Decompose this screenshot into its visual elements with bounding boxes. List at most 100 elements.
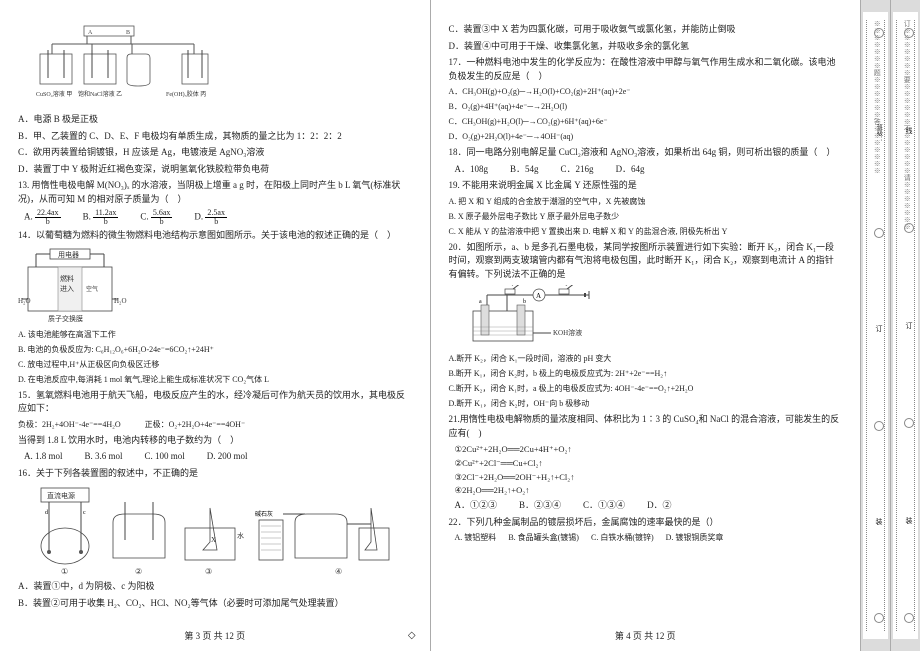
circle-icon [904,418,914,428]
figure-electrolysis-ammeter: K₁ A K₂ ab KOH溶液 [459,285,843,349]
q14-b: B. 电池的负极反应为: C₆H₁₂O₆+6H₂O-24e⁻=6CO₂↑+24H… [18,344,412,356]
fig1-label-right: Fe(OH)₃胶体 丙 [166,90,206,98]
binding-strip-1: ※※※※※※※题※※※※※※答※※※※※※※ 班级： 订 装 [861,0,890,651]
q12-option-c: C．欲用丙装置给铜镀银，H 应该是 Ag，电镀液是 AgNO₃溶液 [18,146,412,160]
q22-a: A. 镀铝塑料 [455,532,497,544]
figure-devices: 直流电源 dc ① ② X 水 ③ 碱石灰 ④ [18,484,412,576]
figure-electrolysis-setup: A B CuSO₄溶液 甲 饱和NaCl溶液 乙 Fe(OH)₃胶体 丙 [32,24,412,109]
svg-text:A: A [536,292,541,300]
q18-c: C．216g [561,163,594,177]
binding-circles-2: 线 订 装 [904,24,914,627]
q22-b: B. 食品罐头盒(镀锡) [508,532,579,544]
circle-icon [904,223,914,233]
q16-a: A．装置①中，d 为阴极、c 为阳极 [18,580,412,594]
binding-circles-1: 班级： 订 装 [874,24,884,627]
svg-text:b: b [523,299,526,305]
q14-d: D. 在电池反应中,每消耗 1 mol 氧气,理论上能生成标准状况下 CO₂气体… [18,374,412,386]
q20-d: D.断开 K₁，闭合 K₂时，OH⁻向 b 极移动 [449,398,843,410]
q16-d: D．装置④中可用于干燥、收集氯化氢，并吸收多余的氯化氢 [449,40,843,54]
q19-a: A. 把 X 和 Y 组成的合金放于潮湿的空气中，X 先被腐蚀 [449,196,843,208]
binding-label: 线 [906,126,913,136]
q21-r4: ④2H₂O══2H₂↑+O₂↑ [455,484,843,497]
q20-c: C.断开 K₂，闭合 K₁时，a 极上的电极反应式为: 4OH⁻-4e⁻==O₂… [449,383,843,395]
binding-label: 订 [876,324,883,334]
q19-b: B. X 原子最外层电子数比 Y 原子最外层电子数少 [449,211,843,223]
q21-stem: 21.用惰性电极电解物质的量浓度相同、体积比为 1∶3 的 CuSO₄和 NaC… [449,413,843,440]
page3-footer: 第 3 页 共 12 页 [0,630,430,644]
q18-d: D．64g [616,163,645,177]
circle-icon [904,613,914,623]
fig3-d3: ③ [205,567,212,576]
q15-b: B. 3.6 mol [85,450,123,464]
q13-stem: 13. 用惰性电极电解 M(NO₃)ₓ 的水溶液，当阴极上增重 a g 时，在阳… [18,179,412,206]
fig2-left-out: H₂O [18,297,31,305]
page-3: A B CuSO₄溶液 甲 饱和NaCl溶液 乙 Fe(OH)₃胶体 丙 A．电… [0,0,430,651]
circle-icon [874,421,884,431]
fig4-label: KOH溶液 [553,328,582,337]
fig3-x: X [211,536,216,544]
q15-d: D. 200 mol [207,450,248,464]
fig1-label-b: B [126,30,130,36]
fig2-mid: 燃料 [60,274,74,283]
fig2-right: 空气 [86,285,98,293]
page4-footer: 第 4 页 共 12 页 [431,630,861,644]
q18-options: A．108g B．54g C．216g D．64g [455,163,843,177]
q15-options: A. 1.8 mol B. 3.6 mol C. 100 mol D. 200 … [24,450,412,464]
q17-b: B．O₂(g)+4H⁺(aq)+4e⁻─→2H₂O(l) [449,101,843,113]
fig3-pwr: 直流电源 [47,491,75,500]
circle-icon [904,28,914,38]
fig1-label-a: A [88,30,93,36]
circle-icon [874,28,884,38]
fig3-d4: ④ [335,567,342,576]
q21-c: C．①③④ [583,499,625,513]
figure-fuel-cell: 用电器 燃料 进入 空气 H₂O H₂O 质子交换膜 [18,247,412,325]
q21-options: A．①②③ B．②③④ C．①③④ D．② [455,499,843,513]
q12-option-a: A．电源 B 极是正极 [18,113,412,127]
q14-c: C. 放电过程中,H⁺从正极区向负极区迁移 [18,359,412,371]
fig3-d2: ② [135,567,142,576]
q14-stem: 14．以葡萄糖为燃料的微生物燃料电池结构示意图如图所示。关于该电池的叙述正确的是… [18,229,412,243]
q17-stem: 17．一种燃料电池中发生的化学反应为：在酸性溶液中甲醇与氧气作用生成水和二氧化碳… [449,56,843,83]
q12-option-b: B．甲、乙装置的 C、D、E、F 电极均有单质生成，其物质的量之比为 1：2：2… [18,130,412,144]
q21-d: D．② [647,499,672,513]
q22-options: A. 镀铝塑料 B. 食品罐头盒(镀锡) C. 白铁水桶(镀锌) D. 镀银铜质… [455,532,843,544]
binding-label: 装 [906,516,913,526]
q18-b: B．54g [510,163,539,177]
svg-text:c: c [83,510,86,516]
q20-stem: 20．如图所示，a、b 是多孔石墨电极，某同学按图所示装置进行如下实验：断开 K… [449,241,843,282]
binding-label: 订 [906,321,913,331]
svg-text:K₂: K₂ [561,285,567,287]
q21-r2: ②Cu²⁺+2Cl⁻══Cu+Cl₂↑ [455,457,843,470]
q13-d: D. 2.5axb [194,209,227,226]
q15-c: C. 100 mol [145,450,185,464]
q12-option-d: D．装置丁中 Y 极附近红褐色变深，说明氢氧化铁胶粒带负电荷 [18,163,412,177]
q17-c: C．CH₃OH(g)+H₂O(l)─→CO₂(g)+6H⁺(aq)+6e⁻ [449,116,843,128]
binding-strip-2: 订※※※※※※※要※※※※※※不※※※※※※请※※※※※※※ 线 订 装 [891,0,920,651]
binding-mark-icon: ◇ [408,628,416,643]
q22-c: C. 白铁水桶(镀锌) [591,532,654,544]
svg-text:进入: 进入 [60,285,74,293]
q16-stem: 16．关于下列各装置图的叙述中，不正确的是 [18,467,412,481]
q22-stem: 22．下列几种金属制品的镀层损坏后，金属腐蚀的速率最快的是（） [449,516,843,530]
binding-label: 班级： [875,124,884,142]
circle-icon [874,613,884,623]
q15-stem: 15．氢氧燃料电池用于航天飞船，电极反应产生的水，经冷凝后可作为航天员的饮用水，… [18,389,412,416]
q15-eq: 负极：2H₂+4OH⁻-4e⁻==4H₂O 正极：O₂+2H₂O+4e⁻==4O… [18,419,412,431]
q18-a: A．108g [455,163,489,177]
q13-a: A. 22.4axb [24,209,61,226]
q19-stem: 19. 不能用来说明金属 X 比金属 Y 还原性强的是 [449,179,843,193]
q17-d: D．O₂(g)+2H₂O(l)+4e⁻─→4OH⁻(aq) [449,131,843,143]
q19-cd: C. X 能从 Y 的盐溶液中把 Y 置换出来 D. 电解 X 和 Y 的盐混合… [449,226,843,238]
q21-b: B．②③④ [519,499,561,513]
fig3-lime: 碱石灰 [255,510,273,518]
q21-r1: ①2Cu²⁺+2H₂O══2Cu+4H⁺+O₂↑ [455,443,843,456]
q20-a: A.断开 K₂，闭合 K₁一段时间，溶液的 pH 变大 [449,353,843,365]
fig2-top: 用电器 [58,250,79,259]
q21-r3: ③2Cl⁻+2H₂O══2OH⁻+H₂↑+Cl₂↑ [455,471,843,484]
fig2-bottom: 质子交换膜 [48,314,83,323]
svg-text:K₁: K₁ [507,285,513,287]
q18-stem: 18．同一电路分别电解足量 CuCl₂溶液和 AgNO₃溶液，如果析出 64g … [449,146,843,160]
fig3-water: 水 [237,531,244,540]
binding-label: 装 [876,517,883,527]
fig1-label-left: CuSO₄溶液 甲 [36,90,72,98]
